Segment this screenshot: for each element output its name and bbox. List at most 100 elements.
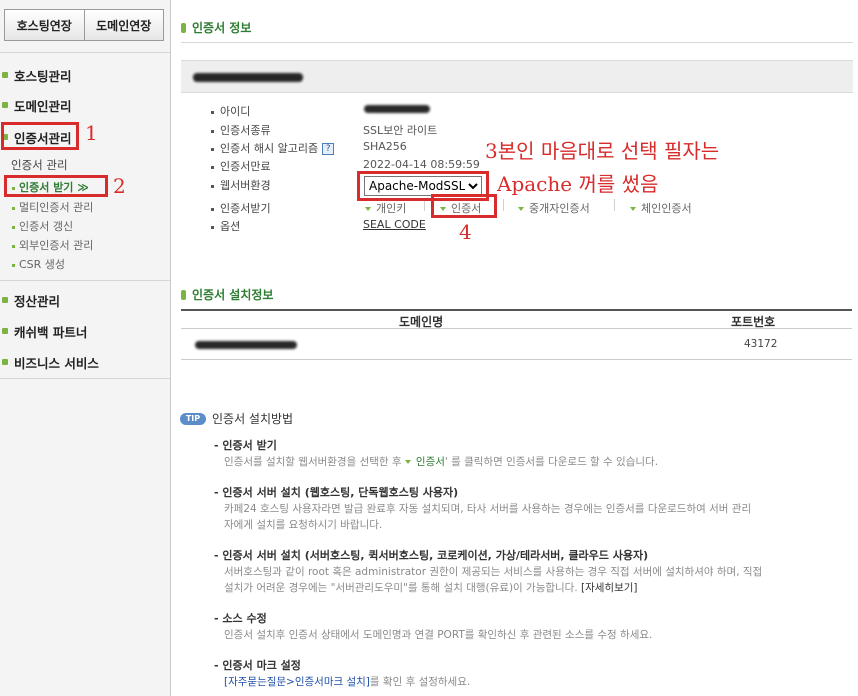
sidebar-item-domain[interactable]: 도메인관리 (0, 95, 72, 115)
hosting-extend-button[interactable]: 호스팅연장 (4, 9, 85, 41)
download-label: 체인인증서 (641, 202, 692, 215)
bullet-icon (12, 206, 15, 210)
install-table-header: 도메인명 포트번호 (181, 309, 852, 329)
download-label: 개인키 (376, 202, 407, 215)
tip-step-text: 카페24 호스팅 사용자라면 발급 완료후 자동 설치되며, 타사 서버를 사용… (224, 503, 752, 515)
sidebar-divider (0, 280, 170, 281)
tip-step-text: 설치가 어려운 경우에는 "서버관리도우미"를 통해 설치 대행(유료)이 가능… (224, 580, 638, 595)
bullet-icon (211, 129, 214, 133)
sidebar-divider (0, 52, 170, 53)
cert-type-value: SSL보안 라이트 (363, 124, 438, 137)
column-domain: 도메인명 (399, 315, 444, 329)
sidebar: 호스팅연장 도메인연장 호스팅관리 도메인관리 인증서관리 인증서 관리 인증서… (0, 0, 171, 696)
tip-step-text: 인증서를 설치할 웹서버환경을 선택한 후 인증서' 를 클릭하면 인증서를 다… (224, 454, 658, 469)
sidebar-item-business[interactable]: 비즈니스 서비스 (0, 352, 99, 372)
sidebar-item-hosting[interactable]: 호스팅관리 (0, 65, 72, 85)
bullet-icon (12, 244, 15, 248)
tip-step-text: 서버호스팅과 같이 root 혹은 administrator 권한이 제공되는… (224, 566, 763, 578)
tip-text: 인증서를 설치할 웹서버환경을 선택한 후 (224, 456, 405, 468)
section-title-label: 인증서 정보 (192, 21, 252, 35)
column-port: 포트번호 (731, 315, 776, 329)
bullet-icon (211, 147, 214, 151)
tip-step-heading: - 소스 수정 (214, 612, 267, 625)
sidebar-item-settle[interactable]: 정산관리 (0, 290, 60, 310)
redacted-id (364, 105, 430, 113)
label-expiry: 인증서만료 (211, 158, 271, 174)
sidebar-item-label: 비즈니스 서비스 (14, 355, 99, 371)
tip-text: 설치가 어려운 경우에는 "서버관리도우미"를 통해 설치 대행(유료)이 가능… (224, 582, 578, 594)
detail-link[interactable]: [자세히보기] (581, 582, 638, 594)
domain-extend-button[interactable]: 도메인연장 (84, 9, 164, 41)
section-marker-icon (181, 22, 186, 33)
sidebar-sub-multi-cert[interactable]: 멀티인증서 관리 (12, 199, 93, 215)
sidebar-item-label: 캐쉬백 파트너 (14, 324, 88, 340)
cert-sub-title: 인증서 관리 (11, 158, 68, 172)
label-download: 인증서받기 (211, 200, 271, 216)
port-value: 43172 (744, 338, 778, 350)
sidebar-item-cashback[interactable]: 캐쉬백 파트너 (0, 321, 87, 341)
section-title-label: 인증서 설치정보 (192, 288, 274, 302)
label-text: 인증서받기 (220, 202, 271, 215)
table-row: 43172 (181, 330, 852, 360)
cert-info-title: 인증서 정보 (181, 19, 251, 36)
tip-text: ' 를 클릭하면 인증서를 다운로드 할 수 있습니다. (444, 456, 659, 468)
sidebar-item-label: 정산관리 (14, 293, 61, 309)
help-icon[interactable]: ? (322, 143, 335, 155)
sidebar-sub-cert-renew[interactable]: 인증서 갱신 (12, 218, 73, 234)
label-text: 아이디 (220, 105, 251, 118)
annotation-box-cert-download (431, 194, 497, 218)
label-hash: 인증서 해시 알고리즘? (211, 140, 335, 156)
separator (503, 199, 504, 211)
tip-badge: TIP (180, 413, 206, 425)
download-label: 중개자인증서 (529, 202, 590, 215)
sidebar-sub-csr[interactable]: CSR 생성 (12, 256, 65, 272)
annotation-box-cert-receive (4, 175, 108, 197)
label-text: 인증서 해시 알고리즘 (220, 142, 319, 155)
sidebar-sub-external-cert[interactable]: 외부인증서 관리 (12, 237, 93, 253)
annotation-line-2: Apache 꺼를 썼음 (497, 172, 659, 196)
label-id: 아이디 (211, 103, 250, 119)
bullet-icon (211, 165, 214, 169)
annotation-number-1: 1 (85, 121, 98, 145)
bullet-icon (2, 359, 8, 365)
annotation-number-2: 2 (113, 174, 126, 198)
redacted-domain (193, 73, 303, 82)
sidebar-sub-label: 외부인증서 관리 (19, 239, 94, 252)
tip-step-heading: - 인증서 서버 설치 (웹호스팅, 단독웹호스팅 사용자) (214, 486, 459, 499)
download-arrow-icon (365, 207, 371, 211)
tip-title: 인증서 설치방법 (212, 412, 294, 426)
download-arrow-icon (630, 207, 636, 211)
tip-step-text: 자에게 설치를 요청하시기 바랍니다. (224, 519, 383, 531)
seal-code-link[interactable]: SEAL CODE (363, 218, 426, 231)
label-server-env: 웹서버환경 (211, 177, 271, 193)
download-chain-link[interactable]: 체인인증서 (630, 200, 692, 216)
bullet-icon (12, 263, 15, 267)
download-private-key-link[interactable]: 개인키 (365, 200, 406, 216)
download-arrow-icon (518, 207, 524, 211)
download-arrow-icon (404, 460, 411, 464)
label-cert-type: 인증서종류 (211, 122, 271, 138)
sidebar-sub-label: CSR 생성 (19, 258, 66, 271)
bullet-icon (2, 297, 8, 303)
download-intermediate-link[interactable]: 중개자인증서 (518, 200, 590, 216)
top-button-group: 호스팅연장 도메인연장 (4, 9, 164, 41)
bullet-icon (2, 328, 8, 334)
sidebar-divider (0, 378, 170, 379)
bullet-icon (211, 110, 214, 114)
install-info-title: 인증서 설치정보 (181, 286, 273, 303)
separator (614, 199, 615, 211)
bullet-icon (211, 225, 214, 229)
sidebar-sub-label: 인증서 갱신 (19, 220, 74, 233)
bullet-icon (12, 225, 15, 229)
annotation-line-1: 3본인 마음대로 선택 필자는 (485, 139, 720, 163)
tip-step-text: [자주묻는질문>인증서마크 설치]를 확인 후 설정하세요. (224, 674, 470, 689)
tip-text: 인증서 (415, 456, 445, 468)
tip-text: 를 확인 후 설정하세요. (369, 676, 471, 688)
bullet-icon (2, 72, 8, 78)
sidebar-item-label: 도메인관리 (14, 98, 72, 114)
faq-link[interactable]: [자주묻는질문>인증서마크 설치] (224, 676, 370, 688)
tip-step-text: 인증서 설치후 인증서 상태에서 도메인명과 연결 PORT를 확인하신 후 관… (224, 629, 653, 641)
divider (181, 42, 853, 43)
domain-header-bar (181, 60, 853, 93)
hash-value: SHA256 (363, 140, 407, 153)
